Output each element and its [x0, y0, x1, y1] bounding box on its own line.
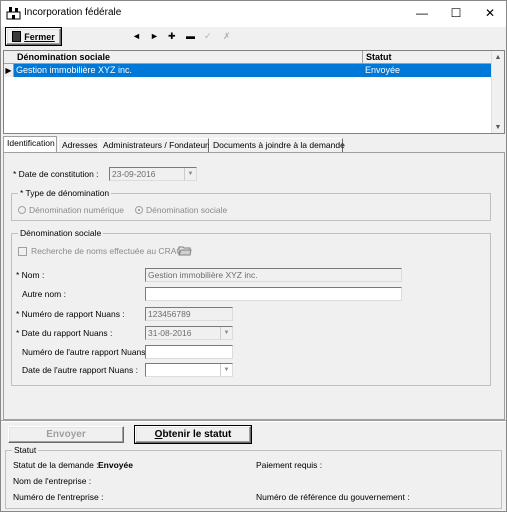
column-header-denomination[interactable]: Dénomination sociale: [14, 51, 363, 64]
date-constitution-field[interactable]: 23-09-2016 ▼: [109, 167, 197, 181]
close-window-button[interactable]: ✕: [474, 1, 506, 25]
type-denomination-group: * Type de dénomination Dénomination numé…: [11, 188, 491, 221]
vertical-scrollbar[interactable]: ▲ ▼: [491, 51, 504, 133]
grid-header: Dénomination sociale Statut: [4, 51, 493, 64]
date-rapport-field[interactable]: 31-08-2016 ▼: [145, 326, 233, 340]
scroll-down-icon[interactable]: ▼: [492, 121, 504, 133]
add-icon[interactable]: ✚: [168, 31, 176, 42]
remove-icon[interactable]: ▬: [186, 31, 195, 41]
radio-checked-icon: [135, 206, 143, 214]
statut-demande-value: Envoyée: [98, 460, 133, 470]
cancel-icon[interactable]: ✗: [223, 31, 231, 42]
numero-entreprise-label: Numéro de l'entreprise :: [13, 492, 104, 502]
checkbox-icon: [18, 246, 27, 256]
minimize-button[interactable]: —: [406, 1, 438, 25]
fermer-button[interactable]: Fermer: [5, 27, 62, 46]
reference-gouvernement-label: Numéro de référence du gouvernement :: [256, 492, 410, 502]
title-bar: Incorporation fédérale — ☐ ✕: [1, 1, 506, 27]
tab-identification[interactable]: Identification: [3, 136, 57, 152]
radio-denomination-sociale[interactable]: Dénomination sociale: [135, 205, 227, 215]
section-divider: [1, 420, 506, 422]
confirm-icon[interactable]: ✓: [204, 31, 212, 42]
denomination-sociale-title: Dénomination sociale: [18, 228, 104, 238]
tab-documents[interactable]: Documents à joindre à la demande: [209, 138, 345, 152]
chevron-down-icon[interactable]: ▼: [220, 364, 232, 376]
statut-demande-label: Statut de la demande :: [13, 460, 99, 470]
tab-adresses[interactable]: Adresses: [58, 138, 100, 152]
date-constitution-label: * Date de constitution :: [13, 169, 99, 179]
identification-panel: * Date de constitution : 23-09-2016 ▼ * …: [3, 152, 505, 420]
autre-nom-label: Autre nom :: [22, 289, 66, 299]
denomination-sociale-group: Dénomination sociale Recherche de noms e…: [11, 228, 491, 386]
nom-entreprise-label: Nom de l'entreprise :: [13, 476, 92, 486]
table-row[interactable]: ▶ Gestion immobilière XYZ inc. Envoyée: [4, 64, 493, 77]
date-autre-rapport-field[interactable]: ▼: [145, 363, 233, 377]
app-icon: [6, 6, 21, 20]
crac-checkbox[interactable]: Recherche de noms effectuée au CRAC: [18, 246, 183, 256]
cell-statut[interactable]: Envoyée: [363, 64, 493, 77]
next-icon[interactable]: ►: [150, 31, 159, 41]
nom-label: * Nom :: [16, 270, 45, 280]
status-group: Statut Statut de la demande : Envoyée Pa…: [5, 445, 502, 509]
chevron-down-icon[interactable]: ▼: [220, 327, 232, 339]
date-rapport-label: * Date du rapport Nuans :: [16, 328, 113, 338]
nom-field[interactable]: Gestion immobilière XYZ inc.: [145, 268, 402, 282]
scroll-up-icon[interactable]: ▲: [492, 51, 504, 63]
maximize-button[interactable]: ☐: [440, 1, 472, 25]
row-marker-icon: ▶: [4, 64, 14, 77]
numero-rapport-label: * Numéro de rapport Nuans :: [16, 309, 125, 319]
chevron-down-icon[interactable]: ▼: [184, 168, 196, 180]
folder-icon[interactable]: [177, 243, 193, 257]
numero-autre-rapport-label: Numéro de l'autre rapport Nuans :: [22, 347, 151, 357]
radio-icon: [18, 206, 26, 214]
autre-nom-field[interactable]: [145, 287, 402, 301]
numero-rapport-field[interactable]: 123456789: [145, 307, 233, 321]
window-title: Incorporation fédérale: [24, 7, 122, 18]
prev-icon[interactable]: ◄: [132, 31, 141, 41]
column-header-statut[interactable]: Statut: [363, 51, 493, 64]
paiement-requis-label: Paiement requis :: [256, 460, 323, 470]
status-title: Statut: [12, 445, 39, 455]
date-autre-rapport-label: Date de l'autre rapport Nuans :: [22, 365, 138, 375]
type-denomination-title: * Type de dénomination: [18, 188, 112, 198]
envoyer-button[interactable]: Envoyer: [8, 426, 124, 443]
obtenir-statut-button[interactable]: Obtenir le statut: [134, 425, 252, 444]
door-icon: [12, 31, 22, 42]
radio-denomination-numerique[interactable]: Dénomination numérique: [18, 205, 124, 215]
tab-administrateurs[interactable]: Administrateurs / Fondateurs: [99, 138, 212, 152]
numero-autre-rapport-field[interactable]: [145, 345, 233, 359]
main-window: Incorporation fédérale — ☐ ✕ Fermer ◄ ► …: [0, 0, 507, 512]
records-grid[interactable]: Dénomination sociale Statut ▶ Gestion im…: [3, 50, 505, 134]
cell-denomination[interactable]: Gestion immobilière XYZ inc.: [14, 64, 363, 77]
